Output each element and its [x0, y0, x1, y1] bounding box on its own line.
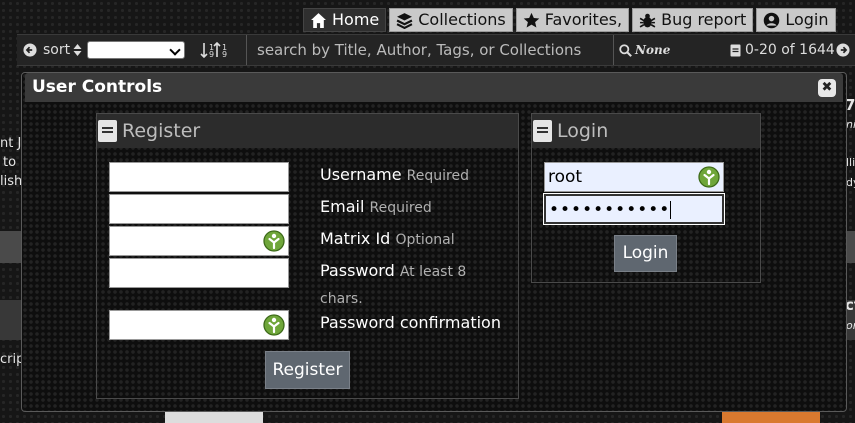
sort-select[interactable] [87, 41, 185, 59]
login-username-field[interactable]: root [544, 162, 724, 192]
user-circle-icon [764, 12, 780, 28]
matrix-hint: Optional [395, 232, 455, 248]
modal-header: User Controls ✖ [25, 73, 843, 102]
register-username-field[interactable] [109, 162, 289, 192]
email-hint: Required [369, 200, 432, 216]
layers-icon [396, 12, 413, 29]
matrix-label-text: Matrix Id [320, 229, 391, 248]
arrow-left-circle-icon [23, 43, 37, 57]
background-text: dy [846, 176, 855, 189]
password-label-text: Password [320, 261, 395, 280]
nav-bug-report-button[interactable]: Bug report [632, 8, 754, 32]
login-button[interactable]: Login [614, 235, 677, 272]
password-label: Password At least 8 [320, 261, 466, 280]
search-placeholder: search by Title, Author, Tags, or Collec… [257, 41, 582, 59]
book-icon [533, 120, 552, 142]
register-panel-header: Register [97, 114, 518, 148]
background-text: lish [0, 174, 23, 189]
background-text: or [846, 319, 855, 332]
register-password-field[interactable] [109, 258, 289, 288]
confirm-label: Password confirmation [320, 313, 501, 332]
search-mode-label: None [635, 43, 671, 57]
login-panel: Login root ••••••••••• Login [531, 113, 761, 283]
sort-label-group: sort [43, 35, 82, 65]
register-heading: Register [122, 120, 201, 142]
svg-text:9: 9 [222, 50, 227, 58]
bug-icon [639, 13, 656, 28]
background-text: nil [846, 118, 855, 131]
username-label: Username Required [320, 165, 469, 184]
result-range: 0-20 of 1644 [730, 35, 835, 65]
search-icon [619, 43, 632, 57]
login-username-value: root [548, 167, 583, 187]
email-label-text: Email [320, 197, 365, 216]
password-hint-2: chars. [320, 291, 363, 307]
text-cursor [670, 201, 672, 219]
nav-collections-button[interactable]: Collections [389, 8, 513, 32]
username-label-text: Username [320, 165, 402, 184]
next-page-button[interactable] [836, 35, 850, 65]
sort-icon [73, 44, 82, 56]
nav-home-button[interactable]: Home [303, 8, 387, 32]
password-manager-icon[interactable] [263, 230, 285, 252]
nav-login-label: Login [785, 10, 829, 29]
register-button[interactable]: Register [265, 351, 350, 389]
nav-collections-label: Collections [418, 10, 506, 29]
book-icon [98, 120, 117, 142]
register-panel: Register Username Required Email Require… [96, 113, 519, 399]
register-matrix-field[interactable] [109, 226, 289, 256]
sort-direction-button[interactable]: 1919 [200, 35, 230, 65]
password-hint-continued: chars. [320, 288, 363, 307]
book-icon [730, 44, 741, 56]
toolbar: sort 1919 search by Title, Author, Tags,… [17, 34, 855, 66]
modal-title: User Controls [32, 77, 163, 97]
user-controls-modal: User Controls ✖ Register Username Requir… [21, 72, 847, 412]
register-confirm-field[interactable] [109, 310, 289, 340]
search-mode-button[interactable]: None [619, 35, 670, 65]
close-icon: ✖ [821, 80, 833, 95]
login-password-field[interactable]: ••••••••••• [543, 193, 725, 225]
result-range-text: 0-20 of 1644 [745, 42, 835, 58]
background-text: to [3, 155, 17, 170]
nav-home-label: Home [332, 10, 380, 29]
svg-text:9: 9 [209, 50, 214, 58]
background-text: lli [846, 156, 855, 169]
sort-numeric-icon: 1919 [200, 42, 227, 58]
sort-label: sort [43, 42, 71, 58]
prev-page-button[interactable] [23, 35, 37, 65]
star-icon [523, 12, 539, 28]
login-panel-header: Login [532, 114, 760, 148]
close-button[interactable]: ✖ [818, 79, 836, 97]
password-hint: At least 8 [399, 264, 467, 280]
login-heading: Login [557, 120, 609, 142]
nav-favorites-button[interactable]: Favorites, [515, 8, 630, 32]
home-icon [311, 12, 326, 28]
nav-login-button[interactable]: Login [756, 8, 836, 32]
background-text: nt J [0, 136, 22, 151]
sort-dropdown-wrap [87, 35, 185, 65]
top-nav: Home Collections Favorites, Bug report L… [303, 8, 839, 34]
register-email-field[interactable] [109, 194, 289, 224]
username-hint: Required [406, 168, 469, 184]
search-input[interactable]: search by Title, Author, Tags, or Collec… [246, 35, 614, 65]
email-label: Email Required [320, 197, 432, 216]
arrow-right-circle-icon [836, 43, 850, 57]
password-manager-icon[interactable] [698, 166, 720, 188]
nav-favorites-label: Favorites, [544, 10, 623, 29]
nav-bug-report-label: Bug report [661, 10, 747, 29]
password-manager-icon[interactable] [263, 314, 285, 336]
login-password-value: ••••••••••• [549, 200, 671, 220]
matrix-label: Matrix Id Optional [320, 229, 455, 248]
